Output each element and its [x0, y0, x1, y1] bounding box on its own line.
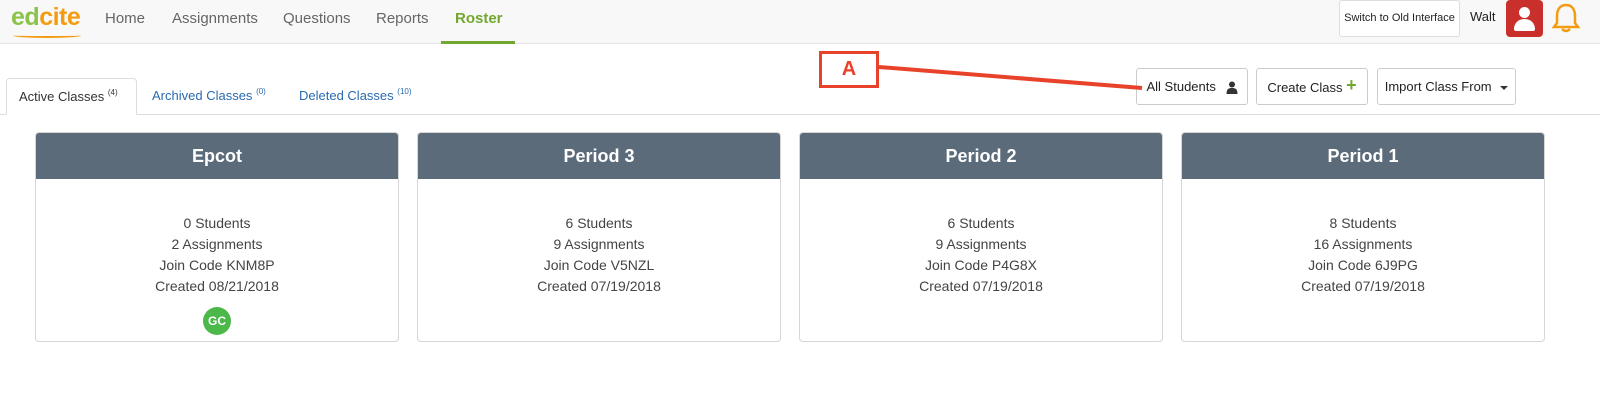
nav-roster[interactable]: Roster	[455, 0, 503, 44]
top-nav: edcite Home Assignments Questions Report…	[0, 0, 1600, 44]
tab-label: Deleted Classes	[299, 88, 394, 103]
class-join-code: Join Code 6J9PG	[1308, 257, 1418, 273]
footer-links	[0, 398, 1600, 413]
class-join-code: Join Code P4G8X	[924, 257, 1038, 273]
logo-book-icon	[13, 33, 81, 38]
annotation-label: A	[819, 51, 879, 88]
nav-active-indicator	[441, 41, 515, 44]
avatar-body	[1514, 19, 1535, 31]
tab-count: (10)	[397, 87, 412, 96]
import-class-button[interactable]: Import Class From	[1377, 68, 1516, 105]
nav-assignments[interactable]: Assignments	[172, 0, 258, 44]
tab-active-classes[interactable]: Active Classes (4)	[6, 78, 137, 115]
class-students: 6 Students	[947, 215, 1015, 231]
user-icon	[1226, 81, 1237, 95]
create-class-button[interactable]: Create Class +	[1256, 68, 1368, 105]
class-join-code: Join Code V5NZL	[543, 257, 655, 273]
user-name[interactable]: Walt	[1470, 9, 1496, 24]
class-name: Period 1	[1182, 133, 1544, 179]
switch-old-interface-button[interactable]: Switch to Old Interface	[1339, 0, 1460, 37]
import-class-label: Import Class From	[1384, 79, 1492, 94]
page: edcite Home Assignments Questions Report…	[0, 0, 1600, 413]
tab-count: (0)	[256, 87, 266, 96]
class-students: 6 Students	[565, 215, 633, 231]
create-class-label: Create Class	[1267, 80, 1343, 95]
tab-archived-classes[interactable]: Archived Classes (0)	[140, 78, 278, 115]
bell-icon[interactable]	[1551, 2, 1581, 34]
class-join-code: Join Code KNM8P	[159, 257, 275, 273]
nav-home[interactable]: Home	[105, 0, 145, 44]
tab-label: Active Classes	[19, 89, 105, 104]
logo-text-cite: cite	[39, 3, 81, 31]
class-created: Created 07/19/2018	[919, 278, 1043, 294]
class-details: 6 Students 9 Assignments Join Code V5NZL…	[418, 179, 780, 297]
class-card-epcot[interactable]: Epcot 0 Students 2 Assignments Join Code…	[35, 132, 399, 342]
all-students-button[interactable]: All Students	[1136, 68, 1248, 105]
class-name: Epcot	[36, 133, 398, 179]
edcite-logo[interactable]: edcite	[11, 3, 81, 39]
class-name: Period 3	[418, 133, 780, 179]
class-card-period-2[interactable]: Period 2 6 Students 9 Assignments Join C…	[799, 132, 1163, 342]
nav-questions[interactable]: Questions	[283, 0, 351, 44]
class-details: 0 Students 2 Assignments Join Code KNM8P…	[36, 179, 398, 335]
class-created: Created 07/19/2018	[1301, 278, 1425, 294]
tab-deleted-classes[interactable]: Deleted Classes (10)	[287, 78, 424, 115]
user-avatar-icon[interactable]	[1506, 0, 1543, 37]
class-created: Created 07/19/2018	[537, 278, 661, 294]
plus-icon: +	[1346, 75, 1357, 95]
class-card-period-1[interactable]: Period 1 8 Students 16 Assignments Join …	[1181, 132, 1545, 342]
avatar-head	[1519, 7, 1530, 18]
tab-count: (4)	[107, 88, 118, 97]
tab-label: Archived Classes	[152, 88, 253, 103]
class-students: 0 Students	[183, 215, 251, 231]
class-students: 8 Students	[1329, 215, 1397, 231]
all-students-label: All Students	[1146, 79, 1216, 94]
class-created: Created 08/21/2018	[155, 278, 279, 294]
class-assignments: 9 Assignments	[935, 236, 1027, 252]
class-assignments: 9 Assignments	[553, 236, 645, 252]
nav-reports[interactable]: Reports	[376, 0, 429, 44]
class-details: 6 Students 9 Assignments Join Code P4G8X…	[800, 179, 1162, 297]
class-name: Period 2	[800, 133, 1162, 179]
class-assignments: 2 Assignments	[171, 236, 263, 252]
caret-down-icon	[1500, 85, 1509, 90]
class-card-period-3[interactable]: Period 3 6 Students 9 Assignments Join C…	[417, 132, 781, 342]
logo-text-ed: ed	[11, 3, 40, 31]
class-details: 8 Students 16 Assignments Join Code 6J9P…	[1182, 179, 1544, 297]
class-assignments: 16 Assignments	[1313, 236, 1413, 252]
google-classroom-badge[interactable]: GC	[203, 307, 231, 335]
